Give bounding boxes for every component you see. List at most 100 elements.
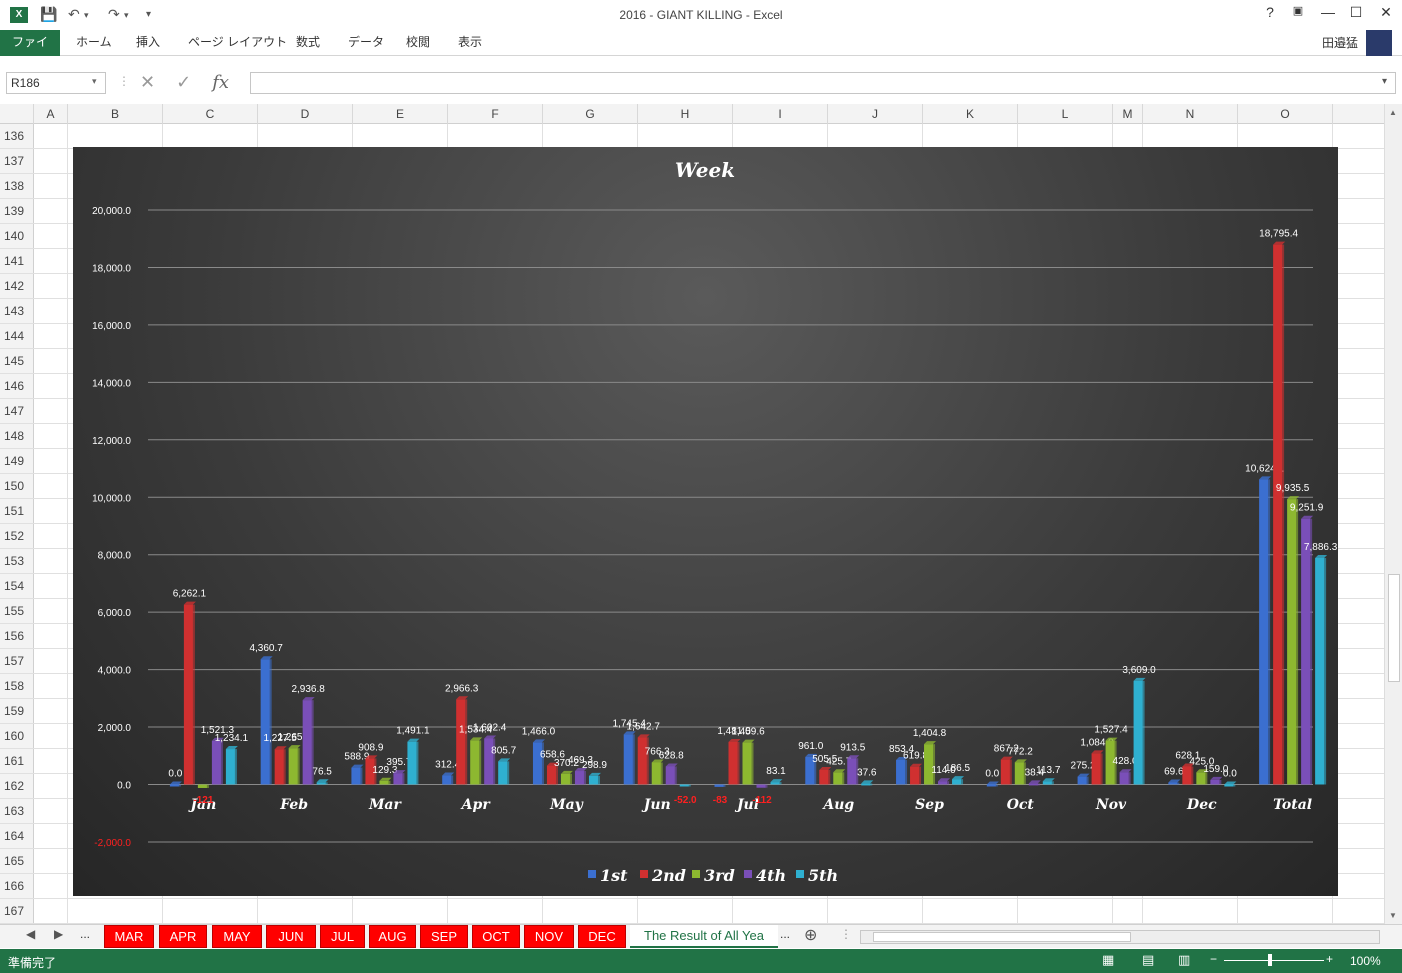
sheet-tab-mar[interactable]: MAR xyxy=(104,925,154,948)
minimize-button[interactable]: — xyxy=(1318,4,1338,20)
row-header-148[interactable]: 148 xyxy=(0,424,34,449)
tab-review[interactable]: 校閲 xyxy=(406,30,430,56)
row-header-153[interactable]: 153 xyxy=(0,549,34,574)
formula-input[interactable] xyxy=(250,72,1396,94)
column-header-b[interactable]: B xyxy=(68,104,163,124)
sheet-tab-nov[interactable]: NOV xyxy=(524,925,574,948)
tab-file[interactable]: ファイル xyxy=(0,30,60,73)
tab-formulas[interactable]: 数式 xyxy=(296,30,320,56)
tab-page-layout[interactable]: ページ レイアウト xyxy=(188,30,287,56)
column-header-c[interactable]: C xyxy=(163,104,258,124)
more-sheets-left[interactable]: ... xyxy=(80,927,90,941)
column-header-n[interactable]: N xyxy=(1143,104,1238,124)
sheet-tab-jun[interactable]: JUN xyxy=(266,925,316,948)
column-header-e[interactable]: E xyxy=(353,104,448,124)
zoom-out-icon[interactable]: − xyxy=(1210,952,1217,966)
normal-view-icon[interactable]: ▦ xyxy=(1102,952,1114,968)
row-header-139[interactable]: 139 xyxy=(0,199,34,224)
close-button[interactable]: ✕ xyxy=(1376,4,1396,21)
column-header-a[interactable]: A xyxy=(34,104,68,124)
row-header-143[interactable]: 143 xyxy=(0,299,34,324)
row-header-142[interactable]: 142 xyxy=(0,274,34,299)
row-header-145[interactable]: 145 xyxy=(0,349,34,374)
row-header-167[interactable]: 167 xyxy=(0,899,34,924)
row-header-150[interactable]: 150 xyxy=(0,474,34,499)
user-name[interactable]: 田邉猛 xyxy=(1322,34,1358,51)
enter-icon[interactable]: ✓ xyxy=(176,72,191,92)
page-layout-view-icon[interactable]: ▤ xyxy=(1142,952,1154,968)
name-box-dropdown-icon[interactable]: ▾ xyxy=(92,76,97,87)
sheet-tab-aug[interactable]: AUG xyxy=(369,925,416,948)
insert-function-icon[interactable]: fx xyxy=(212,72,229,93)
sheet-tab-apr[interactable]: APR xyxy=(159,925,207,948)
column-header-h[interactable]: H xyxy=(638,104,733,124)
vertical-scrollbar[interactable]: ▲ ▼ xyxy=(1384,104,1402,924)
row-header-154[interactable]: 154 xyxy=(0,574,34,599)
select-all-corner[interactable] xyxy=(0,104,34,124)
help-icon[interactable]: ? xyxy=(1260,4,1280,20)
more-sheets-right[interactable]: ... xyxy=(780,927,790,941)
avatar[interactable] xyxy=(1366,30,1392,56)
tab-home[interactable]: ホーム xyxy=(76,30,112,56)
row-header-161[interactable]: 161 xyxy=(0,749,34,774)
row-header-152[interactable]: 152 xyxy=(0,524,34,549)
row-header-165[interactable]: 165 xyxy=(0,849,34,874)
column-header-l[interactable]: L xyxy=(1018,104,1113,124)
column-header-d[interactable]: D xyxy=(258,104,353,124)
row-header-138[interactable]: 138 xyxy=(0,174,34,199)
row-header-163[interactable]: 163 xyxy=(0,799,34,824)
horizontal-scrollbar[interactable] xyxy=(860,930,1380,944)
row-header-149[interactable]: 149 xyxy=(0,449,34,474)
sheet-tab-active[interactable]: The Result of All Yea xyxy=(630,925,778,948)
sheet-tab-dec[interactable]: DEC xyxy=(578,925,626,948)
column-header-f[interactable]: F xyxy=(448,104,543,124)
next-sheet-icon[interactable]: ▶ xyxy=(54,927,63,941)
sheet-tab-jul[interactable]: JUL xyxy=(320,925,365,948)
sheet-tab-sep[interactable]: SEP xyxy=(420,925,468,948)
vertical-scroll-thumb[interactable] xyxy=(1388,574,1400,682)
row-header-157[interactable]: 157 xyxy=(0,649,34,674)
row-header-144[interactable]: 144 xyxy=(0,324,34,349)
horizontal-scroll-thumb[interactable] xyxy=(873,932,1131,942)
row-header-162[interactable]: 162 xyxy=(0,774,34,799)
column-header-j[interactable]: J xyxy=(828,104,923,124)
column-header-o[interactable]: O xyxy=(1238,104,1333,124)
name-box[interactable]: R186 xyxy=(6,72,106,94)
zoom-slider[interactable] xyxy=(1224,960,1324,961)
sheet-tab-oct[interactable]: OCT xyxy=(472,925,520,948)
zoom-in-icon[interactable]: + xyxy=(1326,952,1333,966)
expand-formula-icon[interactable]: ▾ xyxy=(1382,76,1387,87)
row-header-155[interactable]: 155 xyxy=(0,599,34,624)
cancel-icon[interactable]: ✕ xyxy=(140,72,155,92)
row-header-141[interactable]: 141 xyxy=(0,249,34,274)
tab-view[interactable]: 表示 xyxy=(458,30,482,56)
page-break-view-icon[interactable]: ▥ xyxy=(1178,952,1190,968)
prev-sheet-icon[interactable]: ◀ xyxy=(26,927,35,941)
column-header-k[interactable]: K xyxy=(923,104,1018,124)
row-header-151[interactable]: 151 xyxy=(0,499,34,524)
row-header-164[interactable]: 164 xyxy=(0,824,34,849)
row-header-158[interactable]: 158 xyxy=(0,674,34,699)
maximize-button[interactable]: ☐ xyxy=(1346,4,1366,21)
add-sheet-icon[interactable]: ⊕ xyxy=(804,925,817,945)
row-header-136[interactable]: 136 xyxy=(0,124,34,149)
scroll-down-icon[interactable]: ▼ xyxy=(1389,911,1397,920)
tab-split-handle[interactable]: ⋮ xyxy=(840,927,852,941)
row-header-159[interactable]: 159 xyxy=(0,699,34,724)
column-header-g[interactable]: G xyxy=(543,104,638,124)
scroll-up-icon[interactable]: ▲ xyxy=(1389,108,1397,117)
row-header-166[interactable]: 166 xyxy=(0,874,34,899)
row-header-140[interactable]: 140 xyxy=(0,224,34,249)
row-header-137[interactable]: 137 xyxy=(0,149,34,174)
tab-data[interactable]: データ xyxy=(348,30,384,56)
ribbon-display-icon[interactable]: ▣ xyxy=(1288,4,1308,17)
column-header-i[interactable]: I xyxy=(733,104,828,124)
tab-insert[interactable]: 挿入 xyxy=(136,30,160,56)
row-header-147[interactable]: 147 xyxy=(0,399,34,424)
chart-area[interactable]: Week -2,000.0 0.0 2,000.0 4,000.0 6,000.0 8,00… xyxy=(73,147,1338,896)
zoom-slider-thumb[interactable] xyxy=(1268,954,1272,966)
sheet-tab-may[interactable]: MAY xyxy=(212,925,262,948)
row-header-156[interactable]: 156 xyxy=(0,624,34,649)
column-header-m[interactable]: M xyxy=(1113,104,1143,124)
row-header-146[interactable]: 146 xyxy=(0,374,34,399)
